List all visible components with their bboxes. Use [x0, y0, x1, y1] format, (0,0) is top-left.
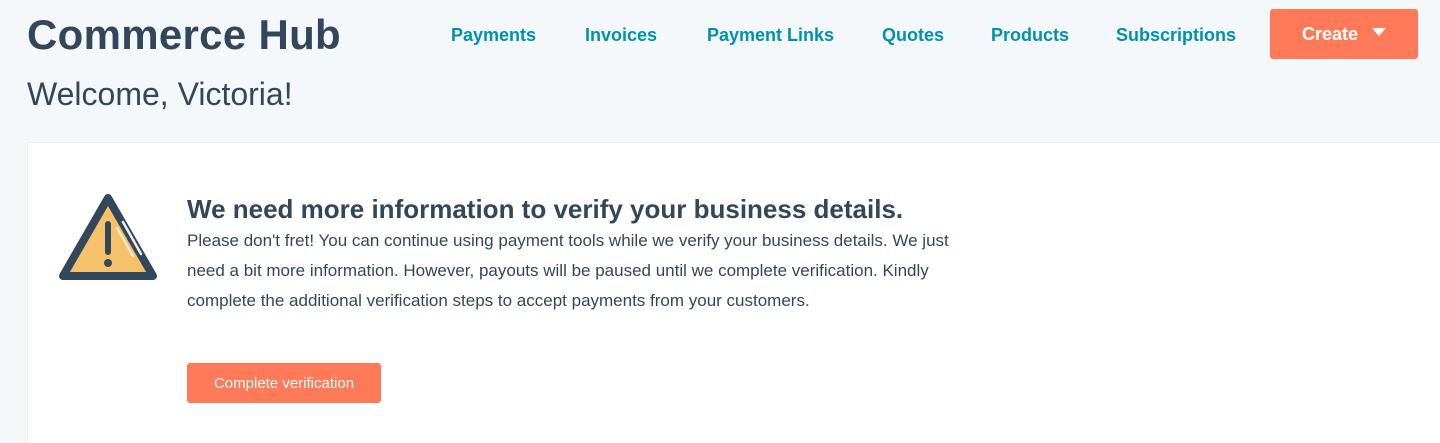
create-button-label: Create — [1301, 23, 1359, 44]
nav-invoices[interactable]: Invoices — [585, 22, 657, 48]
alert-body: Please don't fret! You can continue usin… — [187, 231, 949, 310]
welcome-heading: Welcome, Victoria! — [27, 76, 293, 112]
nav-quotes[interactable]: Quotes — [882, 22, 944, 48]
header: Commerce Hub Payments Invoices Payment L… — [0, 0, 1440, 70]
nav-payments[interactable]: Payments — [451, 22, 536, 48]
nav-products[interactable]: Products — [991, 22, 1069, 48]
chevron-down-icon — [1372, 28, 1387, 36]
complete-verification-button[interactable]: Complete verification — [187, 363, 381, 403]
commerce-hub-page: Commerce Hub Payments Invoices Payment L… — [0, 0, 1440, 443]
nav-subscriptions[interactable]: Subscriptions — [1116, 22, 1236, 48]
nav-payment-links[interactable]: Payment Links — [707, 22, 834, 48]
create-button[interactable]: Create — [1270, 9, 1418, 59]
verification-alert-card: We need more information to verify your … — [27, 142, 1440, 443]
app-title: Commerce Hub — [27, 11, 342, 58]
warning-icon — [59, 194, 157, 280]
alert-title: We need more information to verify your … — [187, 194, 904, 224]
